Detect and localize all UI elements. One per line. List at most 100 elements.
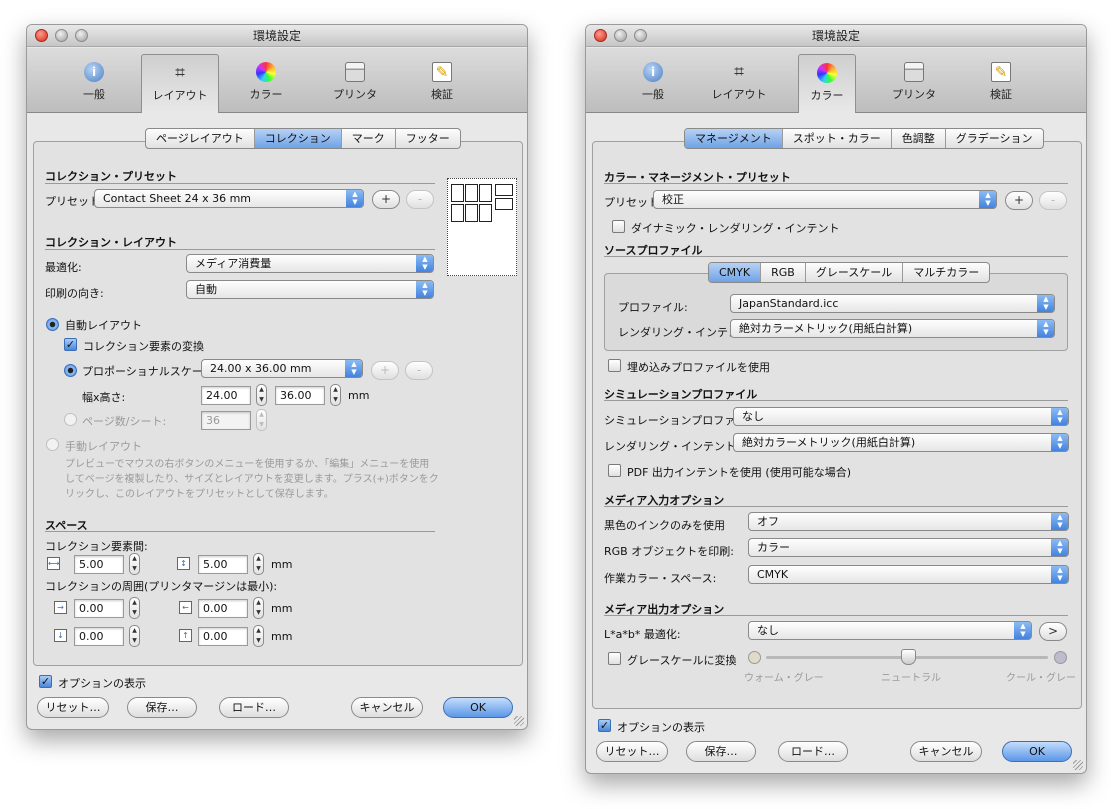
- subtab-page-layout[interactable]: ページレイアウト: [146, 129, 255, 148]
- margin-top-stepper[interactable]: ▲ ▼: [129, 625, 140, 647]
- orientation-select[interactable]: 自動 ▲ ▼: [186, 280, 434, 299]
- margin-right-stepper[interactable]: ▲ ▼: [253, 597, 264, 619]
- zoom-icon[interactable]: [634, 29, 647, 42]
- between-horizontal-stepper[interactable]: ▲ ▼: [129, 553, 140, 575]
- add-preset-button[interactable]: +: [372, 190, 400, 209]
- tab-layout[interactable]: ⌗ レイアウト: [702, 54, 776, 113]
- simulation-select[interactable]: なし ▲ ▼: [733, 407, 1069, 426]
- show-options-checkbox[interactable]: ✓: [39, 675, 52, 688]
- add-scale-button[interactable]: +: [371, 361, 399, 380]
- ok-button[interactable]: OK: [1002, 741, 1072, 762]
- save-button[interactable]: 保存…: [686, 741, 756, 762]
- warm-gray-swatch: [748, 651, 761, 664]
- width-field[interactable]: 24.00: [201, 386, 251, 405]
- tab-general[interactable]: i 一般: [65, 54, 123, 113]
- height-field[interactable]: 36.00: [275, 386, 325, 405]
- dynamic-intent-checkbox[interactable]: [612, 220, 625, 233]
- simulation-intent-select[interactable]: 絶対カラーメトリック(用紙白計算) ▲ ▼: [733, 433, 1069, 452]
- pages-stepper[interactable]: ▲ ▼: [256, 409, 267, 431]
- zoom-icon[interactable]: [75, 29, 88, 42]
- subtab-gradation[interactable]: グラデーション: [946, 129, 1043, 148]
- tab-printer[interactable]: プリンタ: [321, 54, 389, 113]
- optimize-select[interactable]: メディア消費量 ▲ ▼: [186, 254, 434, 273]
- subtab-management[interactable]: マネージメント: [685, 129, 783, 148]
- reset-button[interactable]: リセット…: [37, 697, 109, 718]
- width-stepper[interactable]: ▲ ▼: [256, 384, 267, 406]
- tab-color[interactable]: カラー: [237, 54, 295, 113]
- margin-right-field[interactable]: 0.00: [198, 599, 248, 618]
- work-space-select[interactable]: CMYK ▲ ▼: [748, 565, 1069, 584]
- title-bar[interactable]: 環境設定: [27, 25, 527, 47]
- lab-select[interactable]: なし ▲ ▼: [748, 621, 1032, 640]
- color-wheel-icon: [256, 62, 276, 82]
- subtab-color-adjust[interactable]: 色調整: [892, 129, 946, 148]
- save-button[interactable]: 保存…: [127, 697, 197, 718]
- info-icon: i: [84, 62, 104, 82]
- manual-layout-radio[interactable]: [46, 438, 59, 451]
- tab-verify[interactable]: ✎ 検証: [972, 54, 1030, 113]
- add-preset-button[interactable]: +: [1005, 191, 1033, 210]
- between-horizontal-field[interactable]: 5.00: [74, 555, 124, 574]
- dynamic-intent-label: ダイナミック・レンダリング・インテント: [631, 222, 840, 235]
- pages-per-sheet-radio[interactable]: [64, 413, 77, 426]
- margin-bottom-stepper[interactable]: ▲ ▼: [253, 625, 264, 647]
- margin-left-field[interactable]: 0.00: [74, 599, 124, 618]
- pages-field[interactable]: 36: [201, 411, 251, 430]
- load-button[interactable]: ロード…: [778, 741, 848, 762]
- minimize-icon[interactable]: [55, 29, 68, 42]
- source-tab-rgb[interactable]: RGB: [761, 263, 806, 282]
- manual-description: してページを複製したり、サイズとレイアウトを変更します。プラス(+)ボタンをク: [65, 474, 439, 485]
- subtab-spot-color[interactable]: スポット・カラー: [783, 129, 892, 148]
- embedded-profile-label: 埋め込みプロファイルを使用: [627, 361, 770, 374]
- intent-select[interactable]: 絶対カラーメトリック(用紙白計算) ▲ ▼: [730, 319, 1055, 338]
- resize-grip[interactable]: [1073, 760, 1083, 770]
- close-icon[interactable]: [35, 29, 48, 42]
- profile-select[interactable]: JapanStandard.icc ▲ ▼: [730, 294, 1055, 313]
- tab-color[interactable]: カラー: [798, 54, 856, 113]
- subtab-footer[interactable]: フッター: [396, 129, 460, 148]
- show-options-checkbox[interactable]: ✓: [598, 719, 611, 732]
- subtab-collection[interactable]: コレクション: [254, 129, 342, 148]
- remove-preset-button[interactable]: -: [406, 190, 434, 209]
- height-stepper[interactable]: ▲ ▼: [330, 384, 341, 406]
- subtab-marks[interactable]: マーク: [342, 129, 396, 148]
- load-button[interactable]: ロード…: [219, 697, 289, 718]
- tab-general[interactable]: i 一般: [624, 54, 682, 113]
- source-tab-multicolor[interactable]: マルチカラー: [903, 263, 989, 282]
- remove-scale-button[interactable]: -: [405, 361, 433, 380]
- close-icon[interactable]: [594, 29, 607, 42]
- tab-layout[interactable]: ⌗ レイアウト: [141, 54, 219, 113]
- margin-left-stepper[interactable]: ▲ ▼: [129, 597, 140, 619]
- remove-preset-button[interactable]: -: [1039, 191, 1067, 210]
- proportional-scale-radio[interactable]: [64, 364, 77, 377]
- preset-select[interactable]: Contact Sheet 24 x 36 mm ▲ ▼: [94, 189, 364, 208]
- embedded-profile-checkbox[interactable]: [608, 359, 621, 372]
- reset-button[interactable]: リセット…: [596, 741, 668, 762]
- cancel-button[interactable]: キャンセル: [910, 741, 982, 762]
- tab-verify[interactable]: ✎ 検証: [413, 54, 471, 113]
- source-tab-grayscale[interactable]: グレースケール: [806, 263, 904, 282]
- pdf-intent-checkbox[interactable]: [608, 464, 621, 477]
- margin-top-field[interactable]: 0.00: [74, 627, 124, 646]
- ok-button[interactable]: OK: [443, 697, 513, 718]
- tab-printer[interactable]: プリンタ: [880, 54, 948, 113]
- minimize-icon[interactable]: [614, 29, 627, 42]
- divider: [604, 506, 1068, 507]
- resize-grip[interactable]: [514, 716, 524, 726]
- cm-preset-select[interactable]: 校正 ▲ ▼: [653, 190, 997, 209]
- rgb-print-select[interactable]: カラー ▲ ▼: [748, 538, 1069, 557]
- margin-bottom-field[interactable]: 0.00: [198, 627, 248, 646]
- source-tab-cmyk[interactable]: CMYK: [709, 263, 762, 282]
- convert-elements-checkbox[interactable]: ✓: [64, 338, 77, 351]
- between-vertical-stepper[interactable]: ▲ ▼: [253, 553, 264, 575]
- cancel-button[interactable]: キャンセル: [351, 697, 423, 718]
- title-bar[interactable]: 環境設定: [586, 25, 1086, 47]
- scale-select[interactable]: 24.00 x 36.00 mm ▲ ▼: [201, 359, 363, 378]
- between-vertical-field[interactable]: 5.00: [198, 555, 248, 574]
- lab-next-button[interactable]: >: [1039, 622, 1067, 641]
- black-only-select[interactable]: オフ ▲ ▼: [748, 512, 1069, 531]
- crop-icon: ⌗: [734, 62, 744, 82]
- slider-thumb[interactable]: [901, 649, 916, 665]
- auto-layout-radio[interactable]: [46, 318, 59, 331]
- gray-convert-checkbox[interactable]: [608, 652, 621, 665]
